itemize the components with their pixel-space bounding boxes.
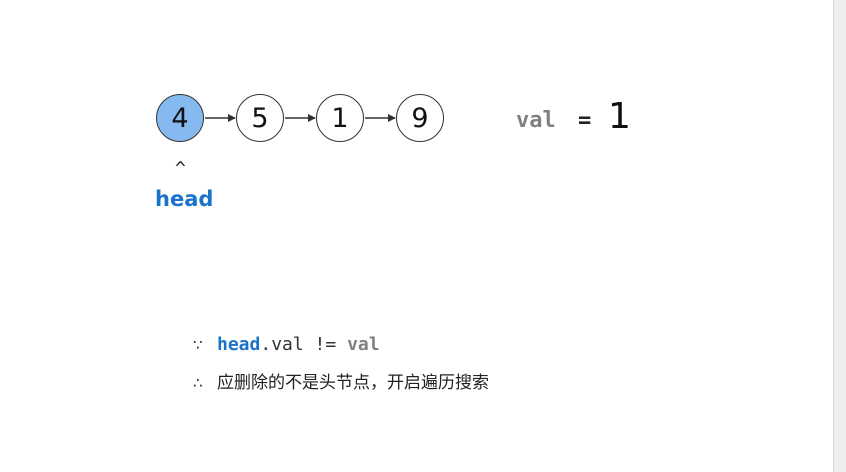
conclusion-text: 应删除的不是头节点，开启遍历搜索 [217,373,489,393]
because-symbol: ∵ [193,336,203,354]
explanation-therefore-line: ∴ 应删除的不是头节点，开启遍历搜索 [193,368,489,393]
list-node: 5 [236,94,284,142]
explanation-because-line: ∵ head.val != val [193,334,380,355]
list-node: 1 [316,94,364,142]
list-node-head: 4 [156,94,204,142]
condition-operator: .val != [260,334,348,355]
condition-code: head.val != val [217,334,380,355]
head-pointer-label: head [155,187,214,211]
list-node: 9 [396,94,444,142]
target-val-label: val [516,108,556,133]
target-equals-sign: = [578,108,592,133]
condition-head-word: head [217,334,261,355]
condition-val-word: val [347,334,380,355]
head-pointer-caret: ^ [175,158,186,179]
target-val-value: 1 [608,96,631,137]
therefore-symbol: ∴ [193,374,203,392]
linked-list-arrows [205,114,396,122]
